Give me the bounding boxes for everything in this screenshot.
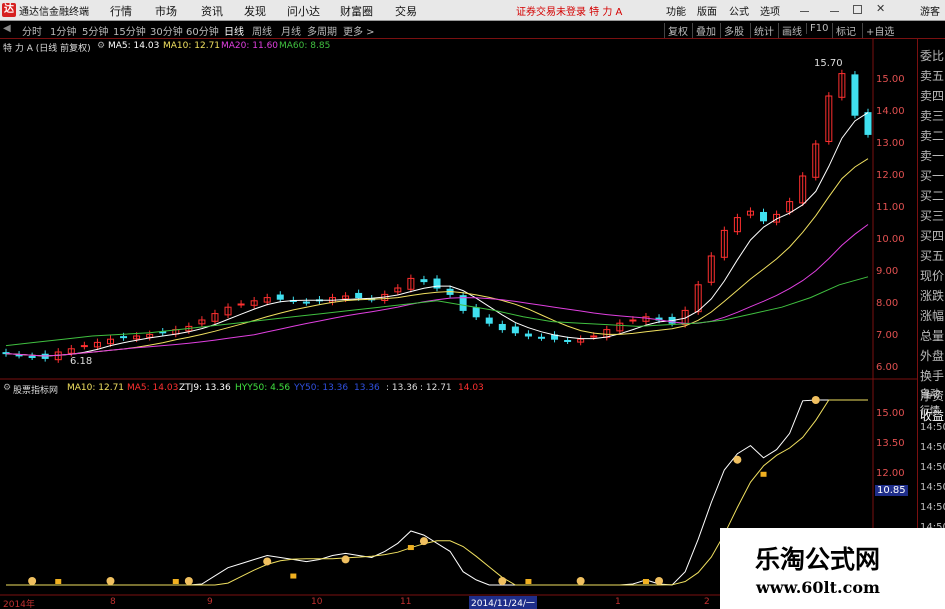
- candle-body: [28, 355, 36, 358]
- candle-body: [355, 292, 363, 299]
- signal-flag: [55, 579, 62, 584]
- quote-label[interactable]: 涨幅: [920, 307, 944, 324]
- candle-body: [120, 336, 128, 339]
- date-tick: 8: [110, 597, 116, 607]
- quote-label[interactable]: 卖一: [920, 147, 944, 164]
- date-tick: 9: [207, 597, 213, 607]
- quote-panel: 委比 卖五 卖四 卖三 卖二 卖一 买一 买二 买三 买四 买五 现价 涨跌 涨…: [917, 39, 945, 609]
- signal-dot: [28, 577, 37, 585]
- signal-dot: [106, 577, 115, 585]
- signal-dot: [733, 455, 742, 464]
- quote-label[interactable]: 卖四: [920, 87, 944, 104]
- candle-body: [524, 333, 532, 337]
- candle-body: [629, 319, 637, 322]
- price-tick: 12.00: [876, 170, 905, 181]
- signal-dot: [263, 557, 272, 566]
- price-tick: 10.00: [876, 234, 905, 245]
- sub-tick: 12.00: [876, 468, 905, 479]
- candle-body: [851, 74, 859, 116]
- quote-label[interactable]: 买三: [920, 207, 944, 224]
- quote-label[interactable]: 自动: [920, 385, 940, 400]
- candle-body: [485, 317, 493, 324]
- tick-time: 14:50: [920, 462, 945, 473]
- tick-time: 14:50: [920, 442, 945, 453]
- watermark-title: 乐淘公式网: [755, 545, 881, 574]
- date-tick: 1: [615, 597, 621, 607]
- price-tick: 6.00: [876, 362, 899, 373]
- signal-flag: [642, 579, 649, 584]
- sub-tick: 15.00: [876, 408, 905, 419]
- date-tick: 2014年: [3, 600, 35, 609]
- date-tick: 2: [704, 597, 710, 607]
- date-tick: 11: [400, 597, 412, 607]
- candle-body: [864, 112, 872, 135]
- tick-time: 14:50: [920, 422, 945, 433]
- ma-lines-group: [5, 112, 869, 357]
- low-price-label: 6.18: [70, 356, 93, 367]
- quote-label[interactable]: 买四: [920, 227, 944, 244]
- candle-body: [302, 301, 310, 304]
- price-tick: 9.00: [876, 266, 899, 277]
- quote-label[interactable]: 委比: [920, 47, 944, 64]
- candle-body: [472, 307, 480, 318]
- date-tick: 10: [311, 597, 323, 607]
- quote-label[interactable]: 卖二: [920, 127, 944, 144]
- price-tick: 11.00: [876, 202, 905, 213]
- watermark-url: www.60lt.com: [756, 578, 880, 597]
- price-tick: 13.00: [876, 138, 905, 149]
- quote-label[interactable]: 现价: [920, 267, 944, 284]
- tick-time: 14:50: [920, 482, 945, 493]
- candle-body: [15, 354, 23, 357]
- signal-dot: [655, 577, 664, 585]
- candle-body: [420, 279, 428, 283]
- kline-chart[interactable]: [0, 0, 917, 609]
- quote-label[interactable]: 涨跌: [920, 287, 944, 304]
- sub-current-tag: 10.85: [875, 485, 908, 496]
- ma5-line: [5, 112, 869, 357]
- high-price-label: 15.70: [814, 58, 843, 69]
- candle-body: [564, 339, 572, 342]
- quote-label[interactable]: 外盘: [920, 347, 944, 364]
- signal-flag: [172, 579, 179, 584]
- candle-body: [276, 294, 284, 300]
- signal-flag: [760, 471, 767, 477]
- price-tick: 14.00: [876, 106, 905, 117]
- quote-label[interactable]: 买五: [920, 247, 944, 264]
- signal-dot: [576, 577, 585, 585]
- quote-label[interactable]: 买一: [920, 167, 944, 184]
- signal-flag: [525, 579, 532, 584]
- tick-time: 14:50: [920, 502, 945, 513]
- signal-flag: [290, 573, 297, 579]
- quote-label[interactable]: 换手: [920, 367, 944, 384]
- sub-tick: 13.50: [876, 438, 905, 449]
- candle-body: [511, 326, 519, 334]
- candle-body: [498, 323, 506, 331]
- candle-body: [80, 345, 88, 348]
- price-tick: 7.00: [876, 330, 899, 341]
- guest-user[interactable]: 游客: [920, 3, 940, 18]
- price-tick: 8.00: [876, 298, 899, 309]
- watermark: 乐淘公式网 www.60lt.com: [720, 528, 945, 609]
- signal-dot: [498, 577, 507, 585]
- candle-body: [760, 211, 768, 222]
- price-tick: 15.00: [876, 74, 905, 85]
- quote-label[interactable]: 总量: [920, 327, 944, 344]
- signal-flag: [407, 545, 414, 551]
- quote-label[interactable]: 买二: [920, 187, 944, 204]
- candles-group: [2, 69, 872, 363]
- candle-body: [537, 336, 545, 339]
- candle-body: [590, 335, 598, 338]
- signal-dot: [184, 577, 193, 585]
- cursor-date: 2014/11/24/一: [469, 596, 537, 609]
- quote-label[interactable]: 卖三: [920, 107, 944, 124]
- signal-dot: [811, 396, 820, 404]
- candle-body: [237, 303, 245, 306]
- signal-dot: [341, 555, 350, 564]
- quote-label[interactable]: 卖五: [920, 67, 944, 84]
- quote-label[interactable]: 行情: [920, 402, 940, 417]
- signal-dot: [419, 537, 428, 546]
